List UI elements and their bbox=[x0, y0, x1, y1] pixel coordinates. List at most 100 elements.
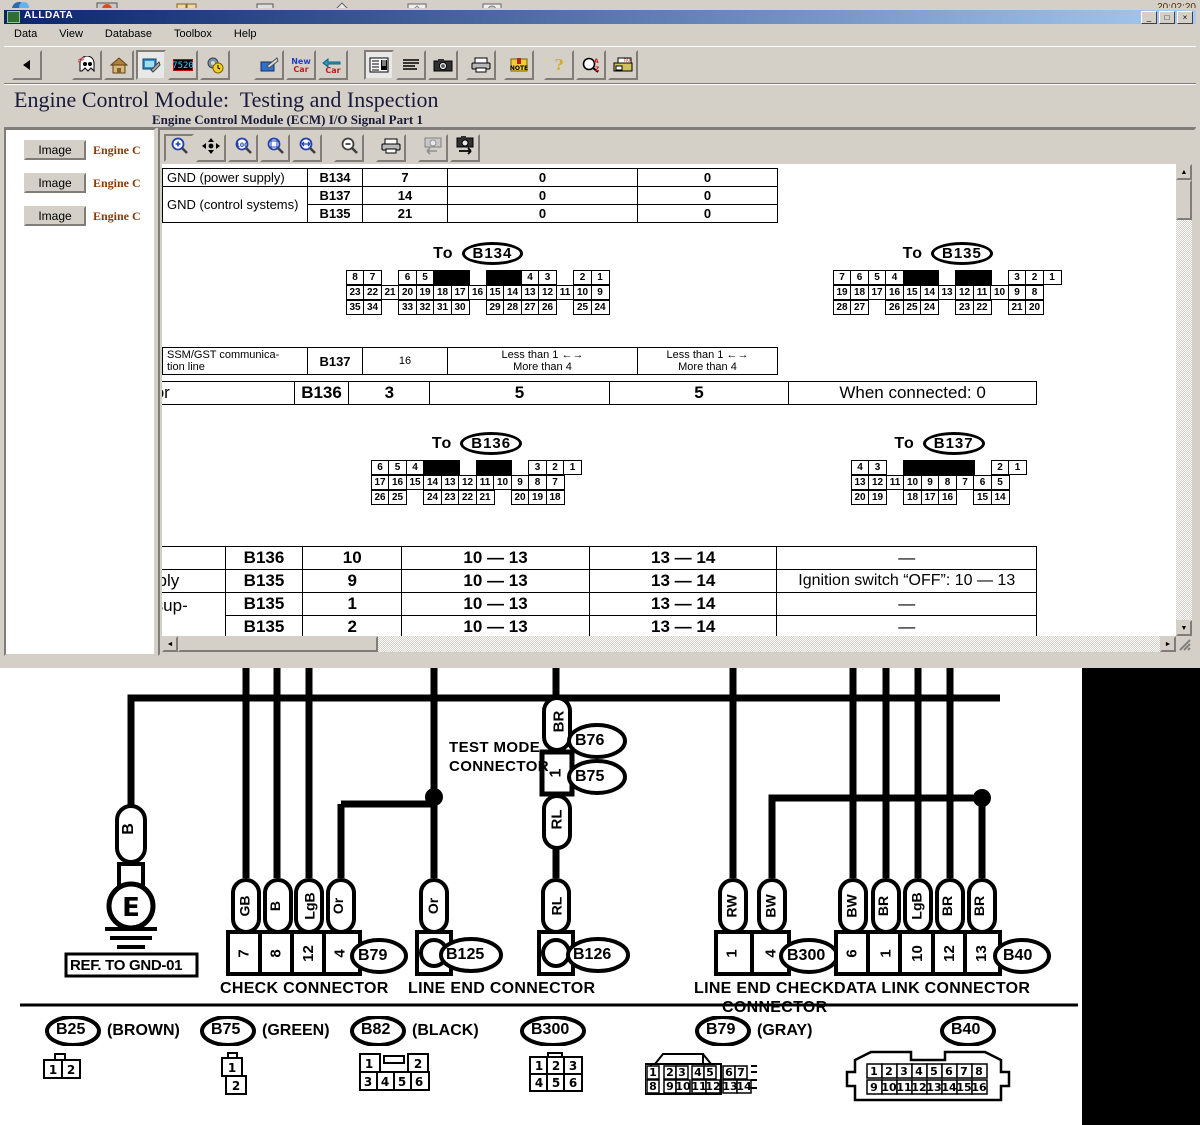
scroll-right-button[interactable]: ► bbox=[1160, 636, 1176, 652]
pin-gap bbox=[381, 270, 400, 285]
pin: 1 bbox=[590, 270, 610, 285]
list-item[interactable]: Image Engine C bbox=[24, 140, 141, 160]
zoom-in-tool[interactable] bbox=[164, 134, 194, 162]
next-image-tool[interactable] bbox=[450, 134, 480, 162]
pin: 10 bbox=[903, 475, 922, 490]
window-titlebar[interactable]: ALLDATA _ □ × bbox=[4, 10, 1196, 24]
fax-button[interactable]: FAX bbox=[608, 50, 638, 80]
check-connector-pin-1: 7 bbox=[235, 949, 253, 958]
pin: 14 bbox=[503, 285, 522, 300]
minimize-button[interactable]: _ bbox=[1141, 11, 1157, 24]
horizontal-scroll-thumb[interactable] bbox=[178, 636, 378, 652]
wire-color-ground: B bbox=[119, 823, 137, 835]
viewer-vertical-scrollbar[interactable]: ▲ ▼ bbox=[1176, 164, 1192, 636]
cell-note: — bbox=[776, 592, 1037, 616]
cell-signal: GND (power supply) bbox=[162, 168, 308, 187]
test-mode-label-line2: CONNECTOR bbox=[449, 758, 549, 775]
image-button[interactable]: Image bbox=[24, 140, 86, 160]
dlc-wire-color-1: BW bbox=[843, 894, 860, 918]
print-image-tool[interactable] bbox=[376, 134, 406, 162]
left-triangle-icon bbox=[19, 57, 35, 73]
pin-row-bottom: 20 19 18 17 16 15 14 bbox=[850, 490, 1027, 505]
article-list-button[interactable] bbox=[364, 50, 394, 80]
menu-item-toolbox[interactable]: Toolbox bbox=[174, 28, 212, 40]
test-mode-bubble-b75: B75 bbox=[575, 768, 605, 785]
zoom-fit-tool[interactable] bbox=[260, 134, 290, 162]
legend-bubble-label: B300 bbox=[531, 1021, 570, 1038]
image-button[interactable]: Image bbox=[24, 206, 86, 226]
dlc-pin-1: 6 bbox=[843, 949, 861, 958]
cell-signal: SSM/GST communica- tion line bbox=[162, 347, 308, 375]
menu-item-database[interactable]: Database bbox=[105, 28, 152, 40]
estimator-button[interactable] bbox=[254, 50, 284, 80]
test-mode-pin-number: 1 bbox=[547, 768, 565, 778]
image-view-button[interactable] bbox=[428, 50, 458, 80]
legend-pin-diagram-b40: 1 2 3 4 5 6 7 8 9 10 11 12 13 14 15 16 bbox=[845, 1050, 1011, 1102]
maximize-button[interactable]: □ bbox=[1159, 11, 1175, 24]
home-button[interactable] bbox=[104, 50, 134, 80]
legend-item-b300: B300 1 2 3 4 5 6 bbox=[520, 1016, 598, 1099]
vehicle-info-button[interactable] bbox=[72, 50, 102, 80]
pin: 10 bbox=[493, 475, 512, 490]
scroll-up-button[interactable]: ▲ bbox=[1176, 164, 1192, 180]
odometer-button[interactable]: 7520 bbox=[168, 50, 198, 80]
pin-key bbox=[955, 460, 975, 475]
scroll-left-button[interactable]: ◄ bbox=[162, 636, 178, 652]
image-list-panel: Image Engine C Image Engine C Image Engi… bbox=[4, 128, 156, 656]
dlc-wire-color-4: BR bbox=[939, 895, 956, 917]
text-view-button[interactable] bbox=[396, 50, 426, 80]
table-row: GND (control systems) B137 14 0 0 bbox=[162, 186, 778, 223]
viewer-toolbar: 100 bbox=[162, 132, 1192, 164]
vertical-scroll-track[interactable] bbox=[1176, 180, 1192, 620]
alldata-application-window: ALLDATA _ □ × Data View Database Toolbox… bbox=[0, 8, 1200, 668]
cell-signal: Ignition switch bbox=[162, 546, 226, 570]
to-label: To bbox=[433, 244, 454, 262]
note-button[interactable]: NOTE bbox=[504, 50, 534, 80]
vertical-scroll-thumb[interactable] bbox=[1176, 180, 1192, 220]
monitor-wrench-icon bbox=[141, 56, 161, 74]
menu-item-view[interactable]: View bbox=[59, 28, 83, 40]
connector-pinout-b136: To B136 65 4 32 1 17 16 15 14 13 12 11 1… bbox=[370, 432, 582, 505]
pin: 26 bbox=[885, 300, 904, 315]
previous-image-tool[interactable] bbox=[418, 134, 448, 162]
help-button[interactable]: ? bbox=[544, 50, 574, 80]
menu-item-help[interactable]: Help bbox=[234, 28, 257, 40]
scroll-down-button[interactable]: ▼ bbox=[1176, 620, 1192, 636]
change-car-button[interactable]: Car bbox=[318, 50, 348, 80]
scanned-page-canvas[interactable]: GND (power supply) B134 7 0 0 GND (contr… bbox=[162, 164, 1176, 636]
menu-item-data[interactable]: Data bbox=[14, 28, 37, 40]
diagnostics-button[interactable] bbox=[200, 50, 230, 80]
image-button[interactable]: Image bbox=[24, 173, 86, 193]
resize-grip[interactable] bbox=[1176, 636, 1192, 652]
zoom-100-tool[interactable]: 100 bbox=[228, 134, 258, 162]
pin-row-bottom: 28 27 26 25 24 23 22 21 20 bbox=[832, 300, 1062, 315]
svg-text:7: 7 bbox=[737, 1066, 745, 1079]
svg-text:5: 5 bbox=[706, 1066, 714, 1079]
back-button[interactable] bbox=[12, 50, 42, 80]
pin-gap bbox=[990, 300, 1009, 315]
zoom-width-tool[interactable] bbox=[292, 134, 322, 162]
new-car-button[interactable]: New Car bbox=[286, 50, 316, 80]
pin: 28 bbox=[832, 300, 852, 315]
pin-key bbox=[503, 270, 522, 285]
print-button[interactable] bbox=[466, 50, 496, 80]
repair-info-button[interactable] bbox=[136, 50, 166, 80]
pin: 19 bbox=[868, 490, 887, 505]
search-az-button[interactable]: AZ bbox=[576, 50, 606, 80]
viewer-horizontal-scrollbar[interactable]: ◄ ► bbox=[162, 636, 1176, 652]
printer-icon bbox=[381, 138, 401, 159]
dlc-wire-color-5: BR bbox=[971, 895, 988, 917]
close-button[interactable]: × bbox=[1177, 11, 1193, 24]
pin: 31 bbox=[433, 300, 452, 315]
list-item[interactable]: Image Engine C bbox=[24, 173, 141, 193]
pin: 3 bbox=[868, 460, 887, 475]
pin: 1 bbox=[563, 460, 582, 475]
pan-tool[interactable] bbox=[196, 134, 226, 162]
zoom-out-tool[interactable] bbox=[334, 134, 364, 162]
list-item[interactable]: Image Engine C bbox=[24, 206, 141, 226]
svg-text:8: 8 bbox=[649, 1080, 657, 1093]
svg-text:NOTE: NOTE bbox=[510, 65, 528, 72]
pin-key bbox=[972, 270, 992, 285]
pin: 2 bbox=[990, 460, 1010, 475]
cell-value-2: 13 — 14 bbox=[588, 615, 778, 636]
